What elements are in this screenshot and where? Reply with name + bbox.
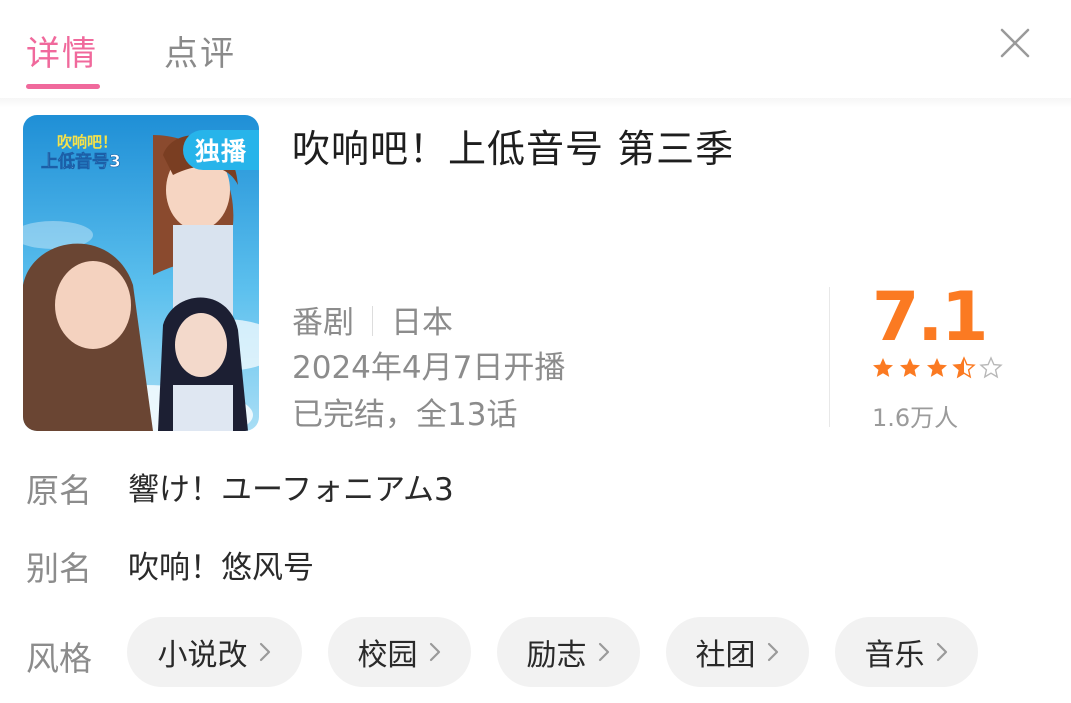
episode-status: 已完结，全13话 <box>292 397 518 433</box>
genre-chip[interactable]: 励志 <box>497 617 640 687</box>
genre-label: 风格 <box>26 639 92 678</box>
meta-separator <box>372 306 373 336</box>
tab-bar: 详情 点评 <box>0 0 1071 100</box>
genre-chip[interactable]: 音乐 <box>835 617 978 687</box>
original-name-value: 響け！ユーフォニアム3 <box>128 472 454 508</box>
alias-value: 吹响！悠风号 <box>128 550 314 586</box>
active-tab-indicator <box>26 84 100 89</box>
star-half-icon <box>952 356 976 379</box>
genre-chip-label: 音乐 <box>864 638 925 673</box>
original-name-label: 原名 <box>26 471 92 510</box>
genre-chip-label: 小说改 <box>157 638 248 673</box>
premiere-date: 2024年4月7日开播 <box>292 350 566 386</box>
chevron-right-icon <box>598 642 609 662</box>
rating-divider <box>829 287 830 427</box>
poster-logo-line1: 吹响吧！ <box>57 133 117 151</box>
genre-chip[interactable]: 社团 <box>666 617 809 687</box>
star-icon <box>873 358 893 377</box>
genre-chip-label: 校园 <box>357 638 418 673</box>
chevron-right-icon <box>767 642 778 662</box>
page-title: 吹响吧！上低音号 第三季 <box>292 127 735 171</box>
tab-details[interactable]: 详情 <box>26 26 98 75</box>
close-button[interactable] <box>998 26 1032 60</box>
genre-chip-label: 励志 <box>526 638 587 673</box>
genre-chip[interactable]: 校园 <box>328 617 471 687</box>
rating-count: 1.6万人 <box>872 404 959 432</box>
rating-score[interactable]: 7.1 <box>872 278 988 357</box>
poster-image[interactable]: 吹响吧！ 上低音号3 独播 <box>23 115 259 431</box>
rating-stars <box>871 356 1003 380</box>
poster-logo-line2: 上低音号3 <box>41 151 121 172</box>
alias-label: 别名 <box>26 549 92 588</box>
category-text: 番剧 <box>292 305 354 341</box>
header-divider <box>0 98 1071 108</box>
chevron-right-icon <box>259 642 270 662</box>
genre-chip[interactable]: 小说改 <box>127 617 302 687</box>
genre-chip-label: 社团 <box>695 638 756 673</box>
meta-category-region: 番剧 日本 <box>292 297 453 342</box>
star-empty-icon <box>979 356 1003 379</box>
tab-reviews[interactable]: 点评 <box>164 26 236 75</box>
star-icon <box>900 358 920 377</box>
star-icon <box>927 358 947 377</box>
chevron-right-icon <box>429 642 440 662</box>
exclusive-badge: 独播 <box>183 130 259 170</box>
region-text: 日本 <box>391 305 453 341</box>
chevron-right-icon <box>936 642 947 662</box>
close-icon <box>1000 28 1030 58</box>
